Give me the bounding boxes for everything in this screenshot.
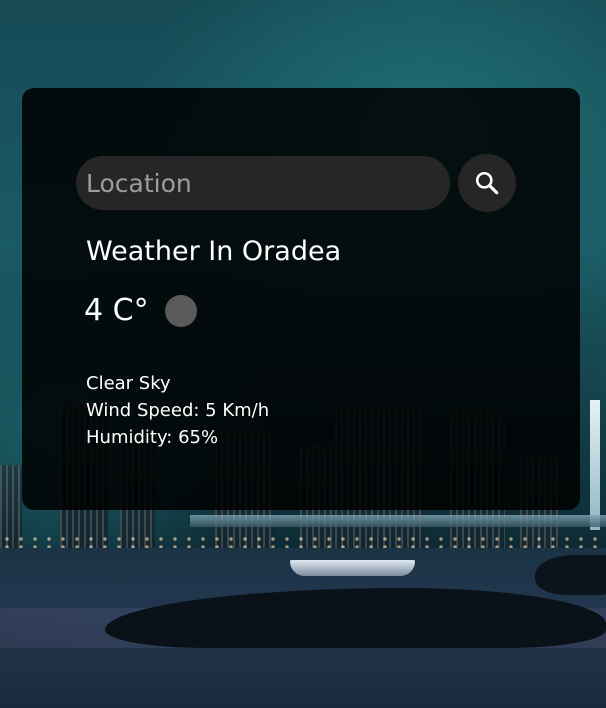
- search-icon: [475, 171, 499, 195]
- bridge: [190, 515, 606, 527]
- search-bar: [76, 154, 516, 212]
- search-input[interactable]: [76, 156, 450, 210]
- weather-condition-icon: [164, 294, 197, 327]
- search-button[interactable]: [458, 154, 516, 212]
- temperature-row: 4 C°: [84, 293, 197, 328]
- boat: [290, 560, 415, 576]
- weather-details: Clear Sky Wind Speed: 5 Km/h Humidity: 6…: [86, 370, 269, 451]
- island-right: [535, 555, 606, 595]
- bridge-tower: [590, 400, 600, 530]
- wind-speed: Wind Speed: 5 Km/h: [86, 400, 270, 421]
- weather-title: Weather In Oradea: [86, 236, 342, 267]
- weather-card: Weather In Oradea 4 C° Clear Sky Wind Sp…: [22, 88, 580, 510]
- temperature: 4 C°: [84, 293, 149, 328]
- weather-description: Clear Sky: [86, 373, 171, 394]
- humidity: Humidity: 65%: [86, 427, 219, 448]
